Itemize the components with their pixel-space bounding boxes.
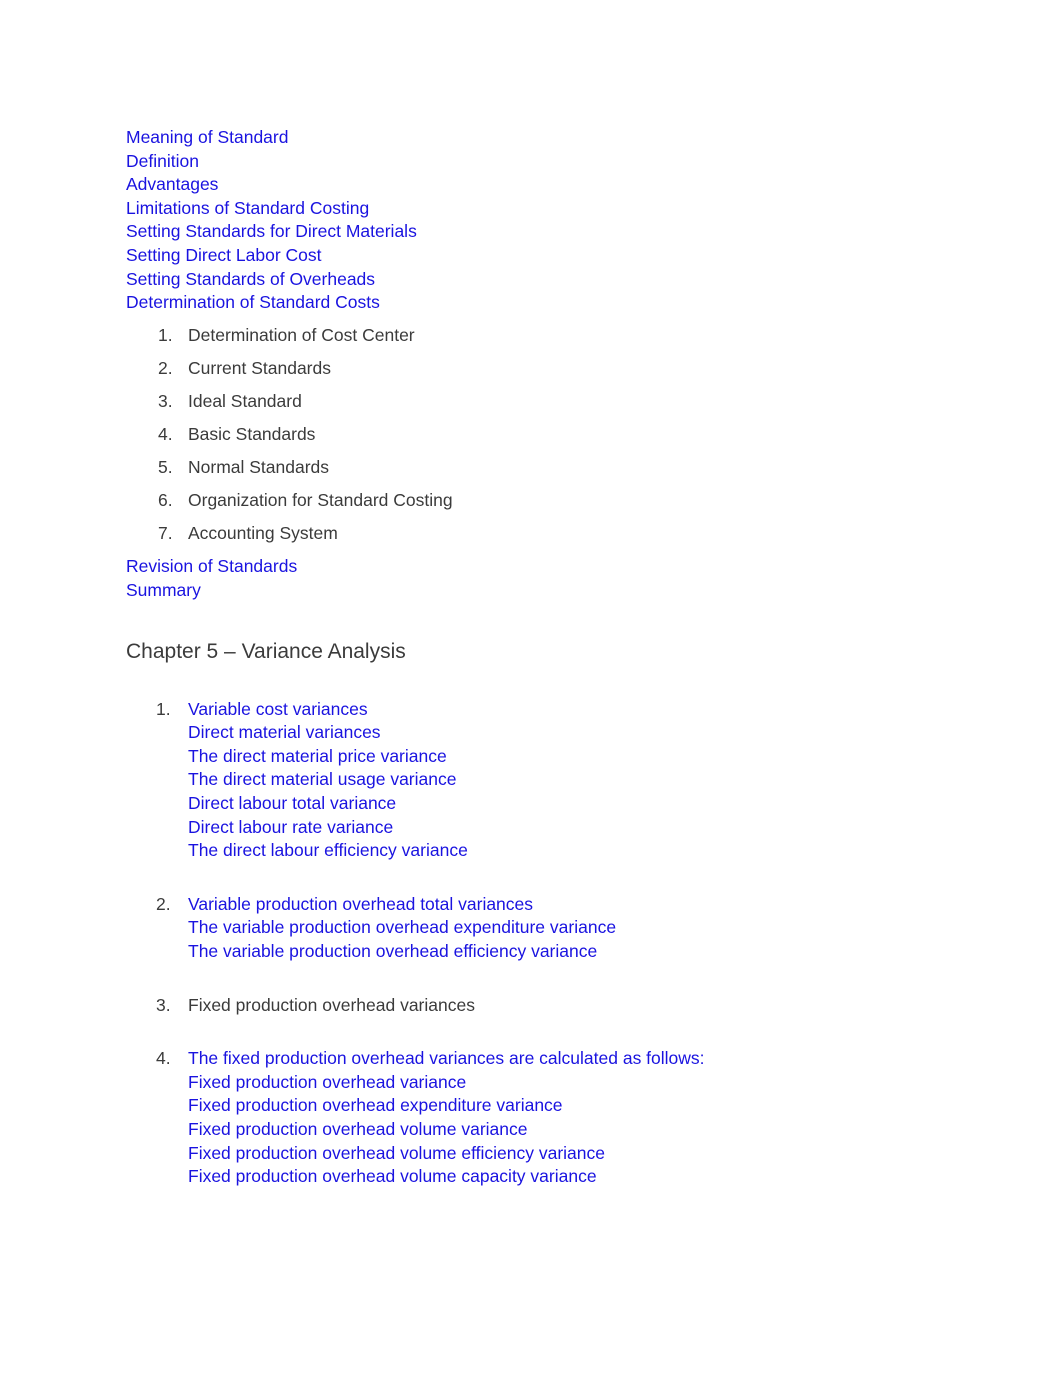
- variance-link[interactable]: Direct labour rate variance: [188, 816, 936, 840]
- toc-link-definition[interactable]: Definition: [126, 150, 936, 174]
- variance-link[interactable]: Fixed production overhead volume capacit…: [188, 1165, 936, 1189]
- variance-link[interactable]: The direct material price variance: [188, 745, 936, 769]
- list-item: Basic Standards: [158, 423, 316, 446]
- list-item: Normal Standards: [158, 456, 330, 479]
- variance-link[interactable]: Direct material variances: [188, 721, 936, 745]
- toc-bottom-block: Revision of Standards Summary: [126, 555, 936, 602]
- variance-text: Fixed production overhead variances: [188, 994, 475, 1015]
- outline-numbered-list: Determination of Cost Center Current Sta…: [126, 324, 936, 546]
- toc-link-limitations-of-standard-costing[interactable]: Limitations of Standard Costing: [126, 197, 936, 221]
- toc-link-meaning-of-standard[interactable]: Meaning of Standard: [126, 126, 936, 150]
- variance-link[interactable]: Fixed production overhead volume varianc…: [188, 1118, 936, 1142]
- variance-link[interactable]: Fixed production overhead variance: [188, 1071, 936, 1095]
- list-item: Variable production overhead total varia…: [126, 893, 936, 964]
- toc-link-summary[interactable]: Summary: [126, 579, 936, 603]
- list-item: Organization for Standard Costing: [158, 489, 453, 512]
- variance-link[interactable]: The direct material usage variance: [188, 768, 936, 792]
- document-page: Meaning of Standard Definition Advantage…: [0, 0, 1062, 1376]
- toc-top-block: Meaning of Standard Definition Advantage…: [126, 126, 936, 315]
- variance-link[interactable]: The fixed production overhead variances …: [188, 1047, 936, 1071]
- variance-link[interactable]: The variable production overhead expendi…: [188, 916, 936, 940]
- variance-link[interactable]: Variable cost variances: [188, 698, 936, 722]
- list-item: Variable cost variances Direct material …: [126, 698, 936, 863]
- variance-link[interactable]: Fixed production overhead expenditure va…: [188, 1094, 936, 1118]
- list-item: Ideal Standard: [158, 390, 302, 413]
- list-item: Current Standards: [158, 357, 331, 380]
- list-item: The fixed production overhead variances …: [126, 1047, 936, 1189]
- chapter-heading: Chapter 5 – Variance Analysis: [126, 639, 406, 663]
- list-item: Accounting System: [158, 522, 338, 545]
- toc-link-setting-standards-of-overheads[interactable]: Setting Standards of Overheads: [126, 268, 936, 292]
- toc-link-setting-direct-labor-cost[interactable]: Setting Direct Labor Cost: [126, 244, 936, 268]
- toc-link-advantages[interactable]: Advantages: [126, 173, 936, 197]
- toc-link-revision-of-standards[interactable]: Revision of Standards: [126, 555, 936, 579]
- variance-link[interactable]: Direct labour total variance: [188, 792, 936, 816]
- variance-link[interactable]: Fixed production overhead volume efficie…: [188, 1142, 936, 1166]
- variance-link[interactable]: The direct labour efficiency variance: [188, 839, 936, 863]
- toc-link-setting-standards-for-direct-materials[interactable]: Setting Standards for Direct Materials: [126, 220, 936, 244]
- variance-link[interactable]: Variable production overhead total varia…: [188, 893, 936, 917]
- list-item: Fixed production overhead variances: [126, 994, 936, 1018]
- list-item: Determination of Cost Center: [158, 324, 415, 347]
- toc-link-determination-of-standard-costs[interactable]: Determination of Standard Costs: [126, 291, 936, 315]
- variance-link[interactable]: The variable production overhead efficie…: [188, 940, 936, 964]
- variance-numbered-list: Variable cost variances Direct material …: [126, 698, 936, 1189]
